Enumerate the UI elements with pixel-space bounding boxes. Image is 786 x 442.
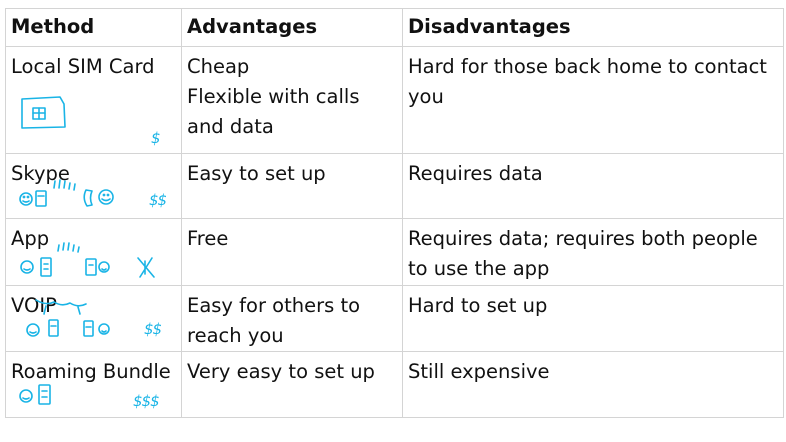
method-cell: Roaming Bundle $$$	[5, 351, 182, 418]
header-method: Method	[5, 8, 182, 47]
comparison-table: Method Advantages Disadvantages Local SI…	[5, 8, 784, 418]
disadvantages-cell: Requires data; requires both people to u…	[402, 218, 784, 286]
header-advantages: Advantages	[181, 8, 403, 47]
disadvantages-cell: Requires data	[402, 153, 784, 219]
price-indicator: $	[151, 129, 160, 147]
price-indicator: $$	[144, 320, 162, 338]
method-cell: App $	[5, 218, 182, 286]
disadvantages-cell: Hard for those back home to contact you	[402, 46, 784, 154]
header-disadvantages: Disadvantages	[402, 8, 784, 47]
advantages-cell: Cheap Flexible with calls and data	[181, 46, 403, 154]
disadvantages-cell: Hard to set up	[402, 285, 784, 352]
price-indicator: $$$	[133, 392, 160, 410]
table-row: VOIP $$ Easy for others to reach you Har…	[5, 285, 784, 352]
method-cell: Skype $$	[5, 153, 182, 219]
advantages-cell: Very easy to set up	[181, 351, 403, 418]
method-cell: Local SIM Card $	[5, 46, 182, 154]
method-label: Local SIM Card	[11, 55, 155, 78]
table-row: App $ Free Requires data; requires both …	[5, 218, 784, 286]
table-row: Roaming Bundle $$$ Very easy to set up S…	[5, 351, 784, 418]
method-label: App	[11, 227, 50, 250]
price-indicator: $$	[149, 191, 167, 209]
disadvantages-cell: Still expensive	[402, 351, 784, 418]
table-row: Skype $$ Easy to set up Requires data	[5, 153, 784, 219]
method-label: Roaming Bundle	[11, 360, 171, 383]
advantages-cell: Easy to set up	[181, 153, 403, 219]
advantages-cell: Free	[181, 218, 403, 286]
advantages-cell: Easy for others to reach you	[181, 285, 403, 352]
table-row: Local SIM Card $ Cheap Flexible with cal…	[5, 46, 784, 154]
header-row: Method Advantages Disadvantages	[5, 8, 784, 47]
method-cell: VOIP $$	[5, 285, 182, 352]
